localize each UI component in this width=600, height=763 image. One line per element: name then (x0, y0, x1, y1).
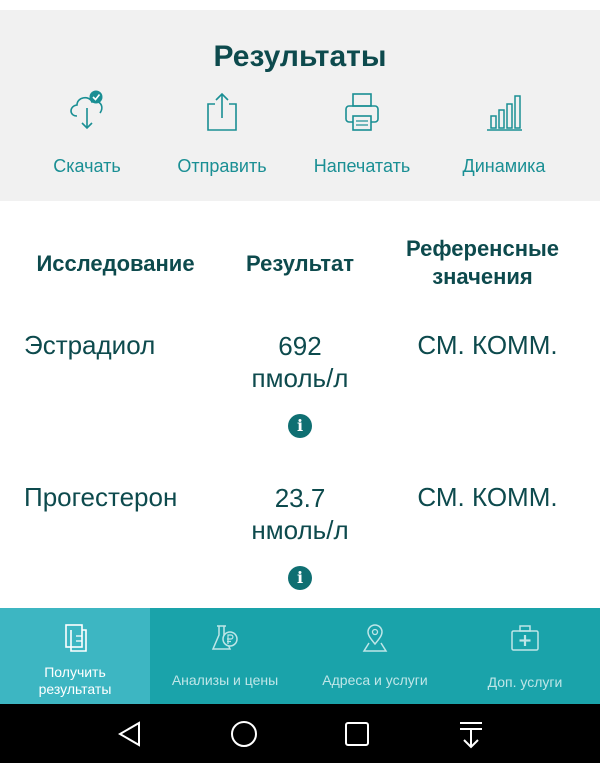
table-row: Прогестерон 23.7 нмоль/л СМ. КОММ. i (0, 482, 600, 622)
reference-header-line1: Референсные (405, 236, 560, 261)
tab-get-results-label-line2: результаты (38, 681, 112, 697)
download-label: Скачать (53, 156, 121, 176)
tab-extra-services[interactable]: Доп. услуги (450, 608, 600, 704)
column-study-header: Исследование (36, 251, 195, 276)
tab-extra-services-label: Доп. услуги (487, 674, 563, 690)
study-name: Эстрадиол (24, 330, 156, 360)
tab-tests-prices[interactable]: Анализы и цены (150, 608, 300, 704)
tab-get-results-label-line1: Получить (44, 664, 106, 680)
reference-value: СМ. КОММ. (417, 330, 558, 360)
result-unit: нмоль/л (251, 515, 349, 545)
column-reference-header: Референсные значения (390, 235, 575, 291)
documents-icon (65, 624, 87, 652)
home-icon[interactable] (228, 718, 260, 750)
notifications-pull-icon[interactable] (455, 718, 487, 750)
table-row: Эстрадиол 692 пмоль/л СМ. КОММ. i (0, 330, 600, 470)
first-aid-kit-icon (511, 625, 539, 651)
info-icon[interactable]: i (288, 566, 312, 590)
tab-addresses-services[interactable]: Адреса и услуги (300, 608, 450, 704)
print-button[interactable]: Напечатать (287, 86, 437, 186)
tab-addresses-services-label: Адреса и услуги (322, 672, 428, 688)
system-navigation-bar (0, 704, 600, 763)
reference-value: СМ. КОММ. (417, 482, 558, 512)
dynamics-label: Динамика (462, 156, 546, 176)
result-value: 23.7 нмоль/л (215, 482, 385, 546)
flask-ruble-icon (211, 625, 238, 650)
send-button[interactable]: Отправить (147, 86, 297, 186)
bar-chart-icon (487, 95, 522, 131)
info-icon[interactable]: i (288, 414, 312, 438)
study-name: Прогестерон (24, 482, 178, 512)
download-button[interactable]: Скачать (12, 86, 162, 186)
recents-icon[interactable] (341, 718, 373, 750)
dynamics-button[interactable]: Динамика (429, 86, 579, 186)
page-title: Результаты (213, 40, 387, 73)
cloud-download-icon (70, 90, 103, 130)
reference-header-line2: значения (432, 264, 533, 289)
back-icon[interactable] (113, 718, 145, 750)
results-table-header: Исследование Результат Референсные значе… (0, 232, 600, 302)
result-value: 692 пмоль/л (215, 330, 385, 394)
share-icon (207, 92, 237, 131)
print-label: Напечатать (313, 156, 411, 176)
result-unit: пмоль/л (251, 363, 349, 393)
send-label: Отправить (177, 156, 267, 176)
bottom-tab-bar: Получить результаты Анализы и цены Адрес… (0, 608, 600, 704)
action-toolbar: Скачать Отправить Напечатать Динамика (0, 86, 600, 186)
status-strip (0, 0, 600, 10)
result-number: 692 (278, 331, 322, 361)
tab-get-results[interactable]: Получить результаты (0, 608, 150, 704)
result-number: 23.7 (274, 483, 326, 513)
column-result-header: Результат (245, 251, 355, 276)
tab-tests-prices-label: Анализы и цены (171, 672, 279, 688)
map-pin-icon (362, 624, 388, 652)
printer-icon (345, 93, 379, 131)
